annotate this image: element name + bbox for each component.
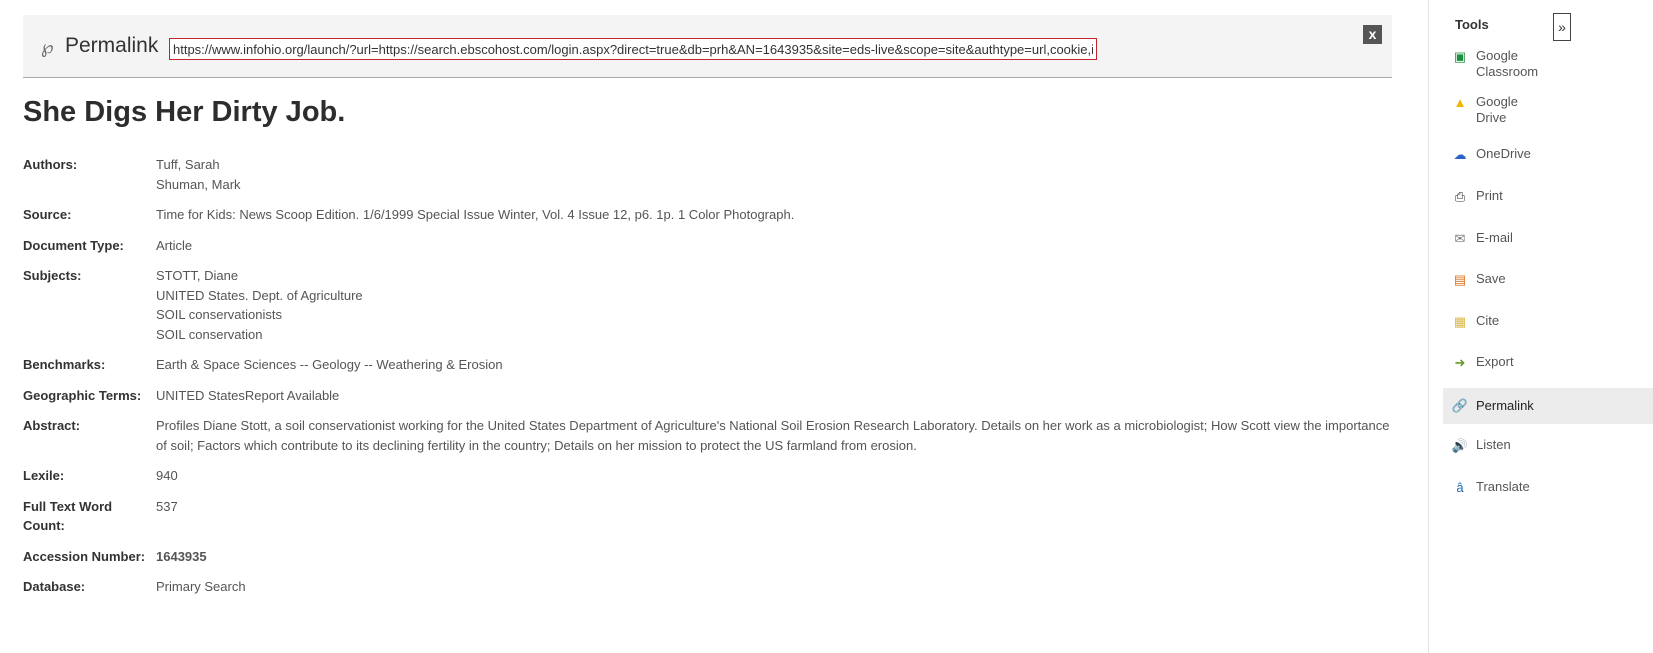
- field-value-line: Article: [156, 237, 193, 253]
- tool-label: Permalink: [1476, 398, 1534, 413]
- tool-print[interactable]: ⎙ Print: [1443, 188, 1653, 224]
- field-value: Time for Kids: News Scoop Edition. 1/6/1…: [156, 205, 1392, 225]
- onedrive-icon: ☁: [1453, 147, 1467, 162]
- field-row: Full Text Word Count: 537: [23, 497, 1392, 536]
- tools-title: Tools: [1455, 17, 1489, 32]
- field-label: Geographic Terms:: [23, 387, 142, 403]
- field-value: Earth & Space Sciences -- Geology -- Wea…: [156, 355, 1392, 375]
- field-value: Primary Search: [156, 577, 1392, 597]
- speaker-icon: 🔊: [1451, 438, 1469, 453]
- google-drive-icon: ▲: [1453, 95, 1467, 110]
- printer-icon: ⎙: [1454, 189, 1466, 204]
- field-row: Accession Number: 1643935: [23, 547, 1392, 567]
- field-value-line: SOIL conservation: [156, 326, 263, 342]
- tool-save[interactable]: ▤ Save: [1443, 271, 1653, 307]
- field-label: Full Text Word Count:: [23, 498, 113, 534]
- field-label: Database:: [23, 579, 86, 594]
- field-row: Abstract: Profiles Diane Stott, a soil co…: [23, 416, 1392, 455]
- field-value-line: Shuman, Mark: [156, 176, 241, 192]
- collapse-sidebar-button[interactable]: »: [1553, 13, 1571, 41]
- record-detail: ℘ Permalink x She Digs Her Dirty Job. Au…: [23, 15, 1392, 608]
- field-value-line: STOTT, Diane: [156, 268, 239, 283]
- close-permalink-button[interactable]: x: [1363, 25, 1382, 44]
- field-value: STOTT, Diane UNITED States. Dept. of Agri…: [156, 266, 1392, 344]
- field-label: Lexile:: [23, 468, 65, 483]
- field-value: 537: [156, 497, 1392, 536]
- field-row: Subjects: STOTT, Diane UNITED States. Dept…: [23, 266, 1392, 344]
- tool-e-mail[interactable]: ✉ E-mail: [1443, 230, 1653, 266]
- tool-label: Listen: [1476, 437, 1511, 452]
- field-label: Source:: [23, 207, 72, 222]
- field-value-line: Earth & Space Sciences -- Geology -- Wea…: [156, 357, 503, 372]
- field-value-line: Tuff, Sarah: [156, 157, 220, 172]
- field-label: Accession Number:: [23, 548, 146, 564]
- field-label: Abstract:: [23, 418, 81, 433]
- field-value-line: UNITED StatesReport Available: [156, 387, 340, 403]
- field-value-line: Primary Search: [156, 579, 246, 594]
- tool-label: Cite: [1476, 313, 1500, 328]
- tool-cite[interactable]: ▦ Cite: [1443, 313, 1653, 349]
- field-value-line: SOIL conservationists: [156, 307, 282, 322]
- field-value: Profiles Diane Stott, a soil conservatio…: [156, 416, 1392, 455]
- cite-icon: ▦: [1453, 314, 1467, 329]
- field-row: Document Type: Article: [23, 236, 1392, 256]
- tool-label: Google Drive: [1476, 94, 1518, 125]
- field-label: Benchmarks:: [23, 357, 106, 372]
- field-row: Source: Time for Kids: News Scoop Edition…: [23, 205, 1392, 225]
- tool-label: Export: [1476, 354, 1514, 369]
- email-icon: ✉: [1454, 231, 1466, 246]
- field-value-line: 537: [156, 498, 178, 514]
- tool-google-classroom[interactable]: ▣ Google Classroom: [1443, 48, 1653, 84]
- export-icon: ➜: [1454, 355, 1466, 370]
- tool-listen[interactable]: 🔊 Listen: [1443, 437, 1653, 473]
- field-value-line: 940: [156, 468, 178, 483]
- field-row: Database: Primary Search: [23, 577, 1392, 597]
- field-value: 940: [156, 466, 1392, 486]
- tool-label: Save: [1476, 271, 1506, 286]
- record-fields: Authors: Tuff, Sarah Shuman, Mark Source: Ti…: [23, 155, 1392, 597]
- field-label: Subjects:: [23, 268, 82, 283]
- link-icon: 🔗: [1451, 398, 1469, 413]
- tool-label: Translate: [1476, 479, 1530, 494]
- tools-sidebar: Tools » ▣ Google Classroom ▲ Google Drive ☁ O…: [1428, 0, 1653, 653]
- field-label: Document Type:: [23, 237, 124, 253]
- field-row: Lexile: 940: [23, 466, 1392, 486]
- field-value-line: 1643935: [156, 548, 207, 564]
- permalink-label: Permalink: [65, 34, 159, 57]
- google-classroom-icon: ▣: [1453, 49, 1467, 64]
- permalink-bar: ℘ Permalink x: [23, 15, 1392, 78]
- tool-permalink[interactable]: 🔗 Permalink: [1443, 388, 1653, 424]
- link-icon: ℘: [41, 37, 54, 57]
- field-row: Authors: Tuff, Sarah Shuman, Mark: [23, 155, 1392, 194]
- field-row: Geographic Terms: UNITED StatesReport Ava…: [23, 386, 1392, 406]
- tool-onedrive[interactable]: ☁ OneDrive: [1443, 146, 1653, 182]
- field-value-line: Profiles Diane Stott, a soil conservatio…: [156, 418, 1390, 453]
- field-value: 1643935: [156, 547, 1392, 567]
- tool-label: Print: [1476, 188, 1503, 203]
- tool-label: Google Classroom: [1476, 48, 1539, 79]
- translate-icon: â: [1456, 480, 1464, 495]
- tool-translate[interactable]: â Translate: [1443, 479, 1653, 515]
- tool-export[interactable]: ➜ Export: [1443, 354, 1653, 390]
- field-label: Authors:: [23, 157, 78, 172]
- field-value: UNITED StatesReport Available: [156, 386, 1392, 406]
- permalink-url-input[interactable]: [169, 38, 1097, 60]
- page-title: She Digs Her Dirty Job.: [23, 96, 346, 128]
- field-value-line: Time for Kids: News Scoop Edition. 1/6/1…: [156, 207, 795, 222]
- tool-google-drive[interactable]: ▲ Google Drive: [1443, 94, 1653, 130]
- tool-label: E-mail: [1476, 230, 1513, 245]
- save-icon: ▤: [1453, 272, 1467, 287]
- field-value: Article: [156, 236, 1392, 256]
- field-value: Tuff, Sarah Shuman, Mark: [156, 155, 1392, 194]
- field-row: Benchmarks: Earth & Space Sciences -- Geo…: [23, 355, 1392, 375]
- tool-label: OneDrive: [1476, 146, 1531, 161]
- field-value-line: UNITED States. Dept. of Agriculture: [156, 287, 363, 303]
